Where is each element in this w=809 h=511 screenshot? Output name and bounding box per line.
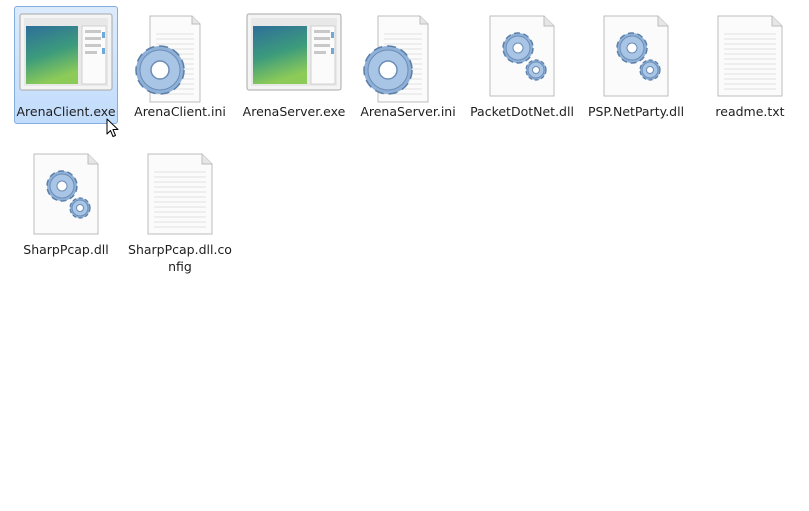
file-item-arenaserver-exe[interactable]: ArenaServer.exe <box>242 6 346 138</box>
file-label: ArenaClient.exe <box>16 104 116 119</box>
settings-gear-icon <box>128 14 232 103</box>
file-item-readme-txt[interactable]: readme.txt <box>698 6 802 138</box>
file-label: readme.txt <box>715 104 785 119</box>
file-label: SharpPcap.dll <box>23 242 109 257</box>
file-label: SharpPcap.dll.config <box>128 242 232 274</box>
file-item-sharppcap-dll-config[interactable]: SharpPcap.dll.config <box>128 144 232 276</box>
folder-view: ArenaClient.exe ArenaClient.ini ArenaSer… <box>0 0 809 511</box>
file-label: PSP.NetParty.dll <box>587 104 685 119</box>
file-item-sharppcap-dll[interactable]: SharpPcap.dll <box>14 144 118 276</box>
settings-gear-icon <box>356 14 460 103</box>
file-item-psp-netparty-dll[interactable]: PSP.NetParty.dll <box>584 6 688 138</box>
dll-gears-icon <box>488 14 556 98</box>
mouse-pointer-icon <box>106 118 120 138</box>
file-item-packetdotnet-dll[interactable]: PacketDotNet.dll <box>470 6 574 138</box>
application-window-icon <box>244 10 344 94</box>
file-item-arenaclient-exe[interactable]: ArenaClient.exe <box>14 6 118 138</box>
dll-gears-icon <box>32 152 100 236</box>
application-window-icon <box>18 10 114 94</box>
file-label: ArenaServer.exe <box>242 104 346 119</box>
file-item-arenaserver-ini[interactable]: ArenaServer.ini <box>356 6 460 138</box>
dll-gears-icon <box>602 14 670 98</box>
file-label: ArenaClient.ini <box>134 104 226 119</box>
file-label: ArenaServer.ini <box>360 104 456 119</box>
text-document-icon <box>146 152 214 236</box>
text-document-icon <box>716 14 784 98</box>
file-item-arenaclient-ini[interactable]: ArenaClient.ini <box>128 6 232 138</box>
file-label: PacketDotNet.dll <box>470 104 574 119</box>
